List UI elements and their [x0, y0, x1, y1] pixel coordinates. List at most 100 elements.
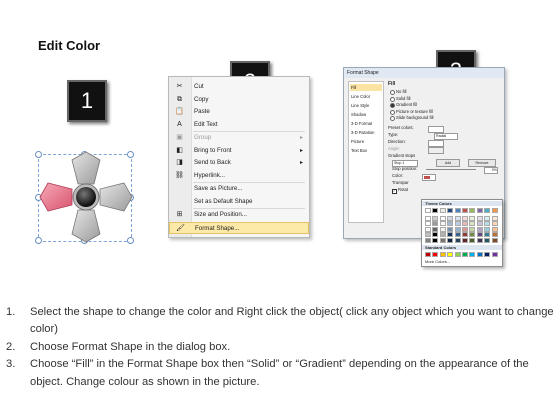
theme-color-swatch[interactable]: [469, 221, 476, 226]
theme-color-swatch[interactable]: [462, 221, 468, 226]
arrow-bottom[interactable]: [71, 209, 101, 243]
category-text-box[interactable]: Text Box: [350, 147, 382, 154]
theme-color-swatch[interactable]: [476, 237, 483, 243]
category-3-d-rotation[interactable]: 3-D Rotation: [350, 129, 382, 136]
theme-color-swatch[interactable]: [454, 208, 461, 213]
stop-position-input[interactable]: 0%: [484, 167, 498, 174]
standard-color-swatch[interactable]: [447, 252, 454, 257]
theme-color-swatch[interactable]: [484, 237, 491, 243]
theme-color-swatch[interactable]: [432, 215, 439, 221]
theme-color-swatch[interactable]: [439, 237, 446, 243]
theme-color-swatch[interactable]: [476, 232, 483, 237]
category-fill[interactable]: Fill: [350, 84, 382, 91]
theme-color-swatch[interactable]: [491, 215, 498, 221]
menu-item-format-shape[interactable]: 🖌 Format Shape...: [169, 222, 309, 234]
theme-color-swatch[interactable]: [425, 237, 431, 243]
menu-item-set-as-default-shape[interactable]: Set as Default Shape: [169, 196, 309, 208]
theme-color-swatch[interactable]: [432, 221, 439, 226]
category-picture[interactable]: Picture: [350, 138, 382, 145]
arrow-cross-shape[interactable]: [38, 150, 134, 244]
theme-color-swatch[interactable]: [462, 215, 468, 221]
theme-color-swatch[interactable]: [462, 208, 468, 213]
theme-color-swatch[interactable]: [462, 237, 468, 243]
theme-color-swatch[interactable]: [447, 208, 454, 213]
fill-option-radio[interactable]: [390, 109, 395, 115]
menu-item-send-to-back[interactable]: ◨ Send to Back ▸: [169, 157, 309, 169]
menu-item-edit-text[interactable]: A Edit Text: [169, 119, 309, 131]
theme-color-swatch[interactable]: [491, 232, 498, 237]
standard-color-swatch[interactable]: [491, 252, 498, 257]
theme-color-swatch[interactable]: [476, 215, 483, 221]
theme-color-swatch[interactable]: [469, 226, 476, 232]
fill-option-radio[interactable]: [390, 103, 395, 109]
stop-position-slider[interactable]: [426, 169, 476, 170]
standard-color-swatch[interactable]: [425, 252, 431, 257]
theme-color-swatch[interactable]: [469, 232, 476, 237]
theme-color-swatch[interactable]: [491, 226, 498, 232]
theme-color-swatch[interactable]: [462, 232, 468, 237]
more-colors-link[interactable]: More Colors...: [425, 259, 450, 264]
theme-color-swatch[interactable]: [491, 208, 498, 213]
center-circle[interactable]: [76, 187, 96, 207]
fill-option-radio[interactable]: [390, 96, 395, 102]
theme-color-swatch[interactable]: [425, 215, 431, 221]
standard-color-swatch[interactable]: [462, 252, 468, 257]
theme-color-swatch[interactable]: [425, 226, 431, 232]
theme-color-swatch[interactable]: [432, 208, 439, 213]
remove-stop-button[interactable]: Remove: [468, 159, 496, 167]
theme-color-swatch[interactable]: [469, 208, 476, 213]
theme-color-swatch[interactable]: [439, 215, 446, 221]
direction-dropdown[interactable]: [428, 140, 444, 147]
menu-item-hyperlink[interactable]: ⛓ Hyperlink...: [169, 170, 309, 182]
menu-item-size-and-position[interactable]: ⊞ Size and Position...: [169, 209, 309, 221]
menu-item-cut[interactable]: ✂ Cut: [169, 81, 309, 93]
theme-color-swatch[interactable]: [439, 208, 446, 213]
theme-color-swatch[interactable]: [425, 232, 431, 237]
theme-color-swatch[interactable]: [491, 237, 498, 243]
theme-color-swatch[interactable]: [439, 221, 446, 226]
theme-color-swatch[interactable]: [454, 221, 461, 226]
add-stop-button[interactable]: Add: [436, 159, 460, 167]
standard-color-swatch[interactable]: [484, 252, 491, 257]
standard-color-swatch[interactable]: [476, 252, 483, 257]
arrow-right[interactable]: [99, 182, 133, 212]
theme-color-swatch[interactable]: [476, 208, 483, 213]
theme-color-swatch[interactable]: [447, 221, 454, 226]
fill-option-radio[interactable]: [390, 90, 395, 96]
theme-color-swatch[interactable]: [484, 215, 491, 221]
theme-color-swatch[interactable]: [484, 221, 491, 226]
theme-color-swatch[interactable]: [447, 226, 454, 232]
theme-color-swatch[interactable]: [454, 226, 461, 232]
category-line-style[interactable]: Line Style: [350, 102, 382, 109]
menu-item-copy[interactable]: ⧉ Copy: [169, 94, 309, 106]
menu-item-paste[interactable]: 📋 Paste: [169, 106, 309, 118]
category-line-color[interactable]: Line Color: [350, 93, 382, 100]
theme-color-swatch[interactable]: [447, 232, 454, 237]
arrow-top[interactable]: [71, 151, 101, 185]
category-shadow[interactable]: Shadow: [350, 111, 382, 118]
theme-color-swatch[interactable]: [432, 226, 439, 232]
menu-item-group[interactable]: ▣ Group ▸: [169, 132, 309, 144]
standard-color-swatch[interactable]: [432, 252, 439, 257]
theme-color-swatch[interactable]: [491, 221, 498, 226]
rotate-checkbox[interactable]: ✓: [392, 189, 397, 194]
theme-color-swatch[interactable]: [469, 237, 476, 243]
type-select[interactable]: Radial: [434, 133, 458, 140]
standard-color-swatch[interactable]: [439, 252, 446, 257]
standard-color-swatch[interactable]: [469, 252, 476, 257]
preset-colors-dropdown[interactable]: [428, 126, 444, 133]
fill-option-radio[interactable]: [390, 116, 395, 122]
menu-item-bring-to-front[interactable]: ◧ Bring to Front ▸: [169, 145, 309, 157]
theme-color-swatch[interactable]: [425, 208, 431, 213]
color-picker-button[interactable]: [422, 174, 436, 181]
theme-color-swatch[interactable]: [454, 237, 461, 243]
theme-color-swatch[interactable]: [462, 226, 468, 232]
theme-color-swatch[interactable]: [454, 232, 461, 237]
standard-color-swatch[interactable]: [454, 252, 461, 257]
theme-color-swatch[interactable]: [439, 232, 446, 237]
theme-color-swatch[interactable]: [432, 237, 439, 243]
menu-item-save-as-picture[interactable]: Save as Picture...: [169, 183, 309, 195]
theme-color-swatch[interactable]: [425, 221, 431, 226]
theme-color-swatch[interactable]: [432, 232, 439, 237]
theme-color-swatch[interactable]: [484, 208, 491, 213]
